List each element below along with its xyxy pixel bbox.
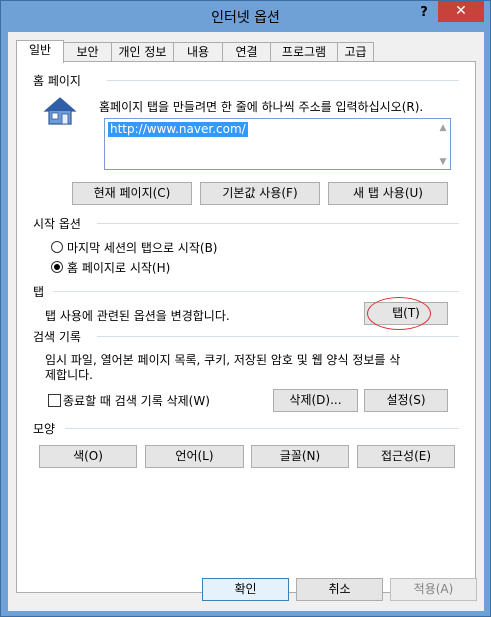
divider [53,291,459,292]
scroll-down-icon[interactable]: ▼ [436,155,450,169]
home-page-url-selection: http://www.naver.com/ [108,122,248,137]
close-button[interactable]: ✕ [438,1,484,22]
home-page-url-textarea[interactable]: http://www.naver.com/ ▲ ▼ [104,118,451,170]
divider [107,80,459,81]
use-default-button[interactable]: 기본값 사용(F) [200,182,320,205]
cancel-button[interactable]: 취소 [296,578,383,601]
apply-button[interactable]: 적용(A) [390,578,477,601]
house-icon [43,97,77,125]
scroll-up-icon[interactable]: ▲ [436,121,450,135]
help-button[interactable]: ? [415,4,433,22]
start-last-session-radio[interactable] [51,241,63,253]
history-settings-button[interactable]: 설정(S) [364,389,448,412]
colors-button[interactable]: 색(O) [39,445,137,468]
ok-button[interactable]: 확인 [202,578,289,601]
highlight-circle [367,297,431,330]
history-section-label: 검색 기록 [33,330,81,344]
start-home-page-label: 홈 페이지로 시작(H) [67,261,171,275]
tab-content[interactable]: 내용 [173,42,223,62]
home-section-label: 홈 페이지 [33,74,81,88]
appearance-section-label: 모양 [33,422,56,436]
tab-advanced[interactable]: 고급 [337,42,374,62]
fonts-button[interactable]: 글꼴(N) [251,445,349,468]
use-new-tab-button[interactable]: 새 탭 사용(U) [328,182,448,205]
startup-section-label: 시작 옵션 [33,217,81,231]
tab-security[interactable]: 보안 [63,42,112,62]
accessibility-button[interactable]: 접근성(E) [357,445,455,468]
history-description-line2: 제합니다. [45,368,93,382]
title-bar[interactable]: 인터넷 옵션 ? ✕ [1,1,490,32]
start-last-session-label: 마지막 세션의 탭으로 시작(B) [67,241,218,255]
tab-programs[interactable]: 프로그램 [270,42,338,62]
divider [97,223,459,224]
divider [65,428,459,429]
tab-general[interactable]: 일반 [16,40,64,63]
tab-privacy[interactable]: 개인 정보 [111,42,174,62]
history-description-line1: 임시 파일, 열어본 페이지 목록, 쿠키, 저장된 암호 및 웹 양식 정보를… [45,353,401,367]
start-home-page-radio[interactable] [51,261,63,273]
delete-on-exit-label: 종료할 때 검색 기록 삭제(W) [63,394,210,408]
home-instruction: 홈페이지 탭을 만들려면 한 줄에 하나씩 주소를 입력하십시오(R). [99,100,424,114]
tabs-description: 탭 사용에 관련된 옵션을 변경합니다. [45,309,230,323]
internet-options-window: 인터넷 옵션 ? ✕ 일반 보안 개인 정보 내용 연결 프로그램 고급 홈 페… [0,0,491,617]
delete-on-exit-checkbox[interactable] [48,394,61,407]
use-current-button[interactable]: 현재 페이지(C) [72,182,192,205]
delete-history-button[interactable]: 삭제(D)... [273,389,358,412]
divider [97,336,459,337]
tabs-section-label: 탭 [33,285,45,299]
tab-connections[interactable]: 연결 [222,42,271,62]
languages-button[interactable]: 언어(L) [145,445,244,468]
